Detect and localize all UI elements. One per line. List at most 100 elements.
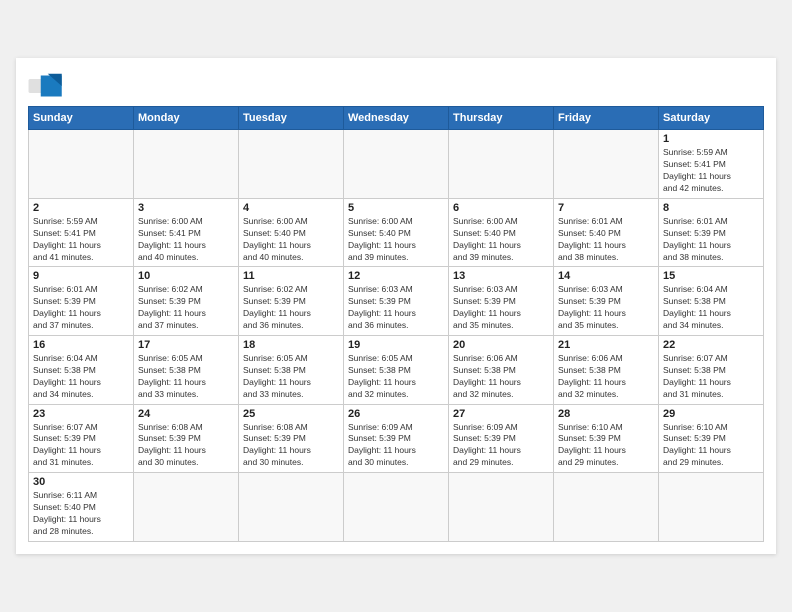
day-number: 21 — [558, 339, 654, 351]
day-info: Sunrise: 6:09 AM Sunset: 5:39 PM Dayligh… — [453, 422, 549, 470]
day-cell: 28 Sunrise: 6:10 AM Sunset: 5:39 PM Dayli… — [554, 404, 659, 473]
day-cell: 12 Sunrise: 6:03 AM Sunset: 5:39 PM Dayli… — [344, 267, 449, 336]
day-cell — [239, 473, 344, 542]
weekday-header-row: SundayMondayTuesdayWednesdayThursdayFrid… — [29, 107, 764, 130]
day-cell: 19Sunrise: 6:05 AM Sunset: 5:38 PM Dayli… — [344, 336, 449, 405]
day-number: 26 — [348, 408, 444, 420]
day-cell: 27 Sunrise: 6:09 AM Sunset: 5:39 PM Dayli… — [449, 404, 554, 473]
day-info: Sunrise: 6:04 AM Sunset: 5:38 PM Dayligh… — [663, 284, 759, 332]
day-info: Sunrise: 6:03 AM Sunset: 5:39 PM Dayligh… — [558, 284, 654, 332]
day-cell — [554, 130, 659, 199]
day-cell: 7Sunrise: 6:01 AM Sunset: 5:40 PM Daylig… — [554, 198, 659, 267]
day-number: 20 — [453, 339, 549, 351]
day-number: 29 — [663, 408, 759, 420]
day-cell — [659, 473, 764, 542]
day-cell — [449, 130, 554, 199]
day-cell: 11 Sunrise: 6:02 AM Sunset: 5:39 PM Dayli… — [239, 267, 344, 336]
day-cell: 14Sunrise: 6:03 AM Sunset: 5:39 PM Dayli… — [554, 267, 659, 336]
weekday-monday: Monday — [134, 107, 239, 130]
day-cell: 29 Sunrise: 6:10 AM Sunset: 5:39 PM Dayli… — [659, 404, 764, 473]
weekday-saturday: Saturday — [659, 107, 764, 130]
weekday-wednesday: Wednesday — [344, 107, 449, 130]
day-info: Sunrise: 6:10 AM Sunset: 5:39 PM Dayligh… — [558, 422, 654, 470]
day-cell — [29, 130, 134, 199]
logo — [28, 72, 70, 100]
day-info: Sunrise: 6:07 AM Sunset: 5:39 PM Dayligh… — [33, 422, 129, 470]
day-info: Sunrise: 6:03 AM Sunset: 5:39 PM Dayligh… — [348, 284, 444, 332]
weekday-thursday: Thursday — [449, 107, 554, 130]
day-number: 8 — [663, 202, 759, 214]
day-cell: 3 Sunrise: 6:00 AM Sunset: 5:41 PM Daylig… — [134, 198, 239, 267]
day-number: 6 — [453, 202, 549, 214]
day-number: 16 — [33, 339, 129, 351]
day-info: Sunrise: 5:59 AM Sunset: 5:41 PM Dayligh… — [33, 216, 129, 264]
day-cell: 20 Sunrise: 6:06 AM Sunset: 5:38 PM Dayli… — [449, 336, 554, 405]
day-number: 7 — [558, 202, 654, 214]
day-info: Sunrise: 6:06 AM Sunset: 5:38 PM Dayligh… — [453, 353, 549, 401]
day-cell — [449, 473, 554, 542]
day-cell: 15 Sunrise: 6:04 AM Sunset: 5:38 PM Dayli… — [659, 267, 764, 336]
day-info: Sunrise: 6:04 AM Sunset: 5:38 PM Dayligh… — [33, 353, 129, 401]
day-number: 22 — [663, 339, 759, 351]
day-number: 27 — [453, 408, 549, 420]
day-info: Sunrise: 6:08 AM Sunset: 5:39 PM Dayligh… — [243, 422, 339, 470]
day-info: Sunrise: 6:03 AM Sunset: 5:39 PM Dayligh… — [453, 284, 549, 332]
day-cell: 9Sunrise: 6:01 AM Sunset: 5:39 PM Daylig… — [29, 267, 134, 336]
day-cell: 5 Sunrise: 6:00 AM Sunset: 5:40 PM Daylig… — [344, 198, 449, 267]
day-number: 3 — [138, 202, 234, 214]
day-cell: 24Sunrise: 6:08 AM Sunset: 5:39 PM Dayli… — [134, 404, 239, 473]
day-cell: 26Sunrise: 6:09 AM Sunset: 5:39 PM Dayli… — [344, 404, 449, 473]
day-number: 19 — [348, 339, 444, 351]
day-cell: 13 Sunrise: 6:03 AM Sunset: 5:39 PM Dayli… — [449, 267, 554, 336]
day-info: Sunrise: 6:06 AM Sunset: 5:38 PM Dayligh… — [558, 353, 654, 401]
day-number: 28 — [558, 408, 654, 420]
day-cell — [344, 130, 449, 199]
day-cell: 6 Sunrise: 6:00 AM Sunset: 5:40 PM Daylig… — [449, 198, 554, 267]
day-cell: 22 Sunrise: 6:07 AM Sunset: 5:38 PM Dayli… — [659, 336, 764, 405]
day-info: Sunrise: 5:59 AM Sunset: 5:41 PM Dayligh… — [663, 147, 759, 195]
day-number: 23 — [33, 408, 129, 420]
day-cell: 10 Sunrise: 6:02 AM Sunset: 5:39 PM Dayli… — [134, 267, 239, 336]
weekday-sunday: Sunday — [29, 107, 134, 130]
day-info: Sunrise: 6:02 AM Sunset: 5:39 PM Dayligh… — [138, 284, 234, 332]
day-info: Sunrise: 6:01 AM Sunset: 5:39 PM Dayligh… — [33, 284, 129, 332]
day-number: 15 — [663, 270, 759, 282]
week-row-3: 9Sunrise: 6:01 AM Sunset: 5:39 PM Daylig… — [29, 267, 764, 336]
header — [28, 68, 764, 100]
day-number: 5 — [348, 202, 444, 214]
day-number: 11 — [243, 270, 339, 282]
day-info: Sunrise: 6:11 AM Sunset: 5:40 PM Dayligh… — [33, 490, 129, 538]
day-number: 10 — [138, 270, 234, 282]
day-info: Sunrise: 6:00 AM Sunset: 5:40 PM Dayligh… — [348, 216, 444, 264]
day-number: 12 — [348, 270, 444, 282]
day-cell: 17Sunrise: 6:05 AM Sunset: 5:38 PM Dayli… — [134, 336, 239, 405]
day-cell: 1Sunrise: 5:59 AM Sunset: 5:41 PM Daylig… — [659, 130, 764, 199]
day-number: 30 — [33, 476, 129, 488]
day-info: Sunrise: 6:00 AM Sunset: 5:40 PM Dayligh… — [453, 216, 549, 264]
day-info: Sunrise: 6:00 AM Sunset: 5:41 PM Dayligh… — [138, 216, 234, 264]
day-info: Sunrise: 6:07 AM Sunset: 5:38 PM Dayligh… — [663, 353, 759, 401]
logo-icon — [28, 72, 64, 100]
day-info: Sunrise: 6:01 AM Sunset: 5:39 PM Dayligh… — [663, 216, 759, 264]
week-row-5: 23 Sunrise: 6:07 AM Sunset: 5:39 PM Dayli… — [29, 404, 764, 473]
day-number: 13 — [453, 270, 549, 282]
day-number: 24 — [138, 408, 234, 420]
day-number: 17 — [138, 339, 234, 351]
day-info: Sunrise: 6:02 AM Sunset: 5:39 PM Dayligh… — [243, 284, 339, 332]
day-info: Sunrise: 6:10 AM Sunset: 5:39 PM Dayligh… — [663, 422, 759, 470]
week-row-1: 1Sunrise: 5:59 AM Sunset: 5:41 PM Daylig… — [29, 130, 764, 199]
day-cell — [134, 473, 239, 542]
day-number: 25 — [243, 408, 339, 420]
day-cell: 30 Sunrise: 6:11 AM Sunset: 5:40 PM Dayli… — [29, 473, 134, 542]
week-row-4: 16 Sunrise: 6:04 AM Sunset: 5:38 PM Dayli… — [29, 336, 764, 405]
day-cell — [554, 473, 659, 542]
calendar-table: SundayMondayTuesdayWednesdayThursdayFrid… — [28, 106, 764, 541]
day-cell: 2Sunrise: 5:59 AM Sunset: 5:41 PM Daylig… — [29, 198, 134, 267]
day-cell: 18Sunrise: 6:05 AM Sunset: 5:38 PM Dayli… — [239, 336, 344, 405]
day-cell — [134, 130, 239, 199]
weekday-tuesday: Tuesday — [239, 107, 344, 130]
day-cell: 21 Sunrise: 6:06 AM Sunset: 5:38 PM Dayli… — [554, 336, 659, 405]
week-row-2: 2Sunrise: 5:59 AM Sunset: 5:41 PM Daylig… — [29, 198, 764, 267]
day-info: Sunrise: 6:00 AM Sunset: 5:40 PM Dayligh… — [243, 216, 339, 264]
day-cell: 23 Sunrise: 6:07 AM Sunset: 5:39 PM Dayli… — [29, 404, 134, 473]
